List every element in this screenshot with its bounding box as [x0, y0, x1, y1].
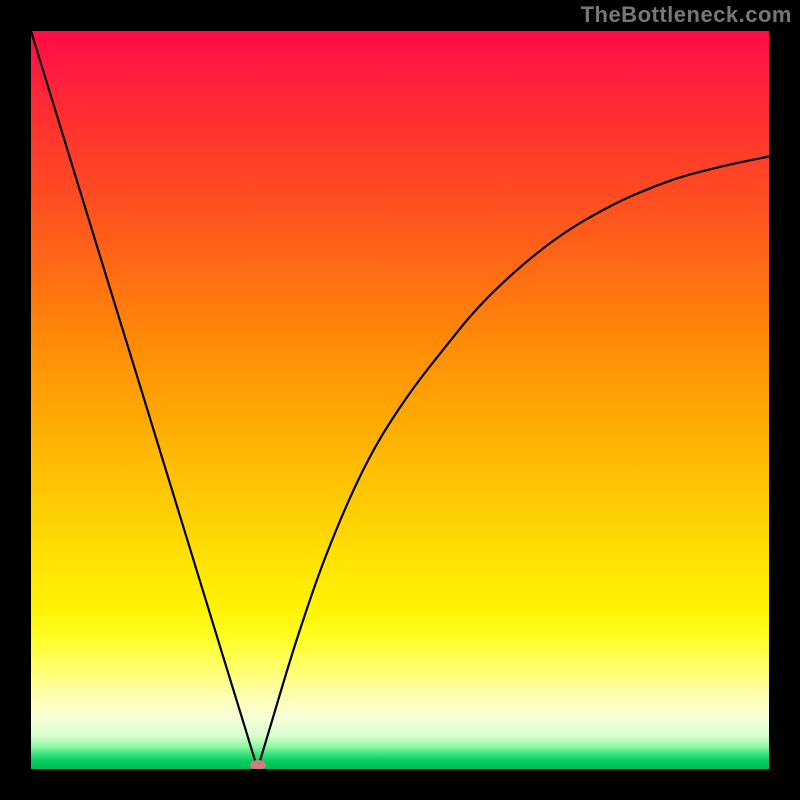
minimum-point-marker — [250, 760, 266, 769]
plot-area — [31, 31, 769, 769]
watermark-text: TheBottleneck.com — [581, 2, 792, 28]
bottleneck-curve — [31, 31, 769, 769]
chart-frame: TheBottleneck.com — [0, 0, 800, 800]
